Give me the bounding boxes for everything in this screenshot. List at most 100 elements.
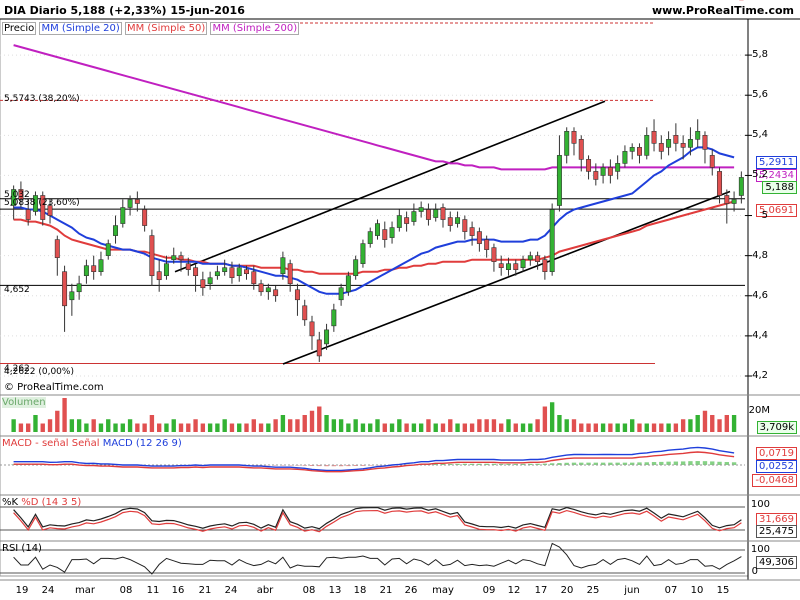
x-tick-label: 20 — [560, 585, 574, 596]
candle-body — [214, 271, 220, 277]
candle-body — [724, 195, 730, 204]
legend-mm50[interactable]: MM (Simple 50) — [124, 22, 208, 35]
tag-mm20: 5,2911 — [756, 156, 797, 169]
volume-bar — [659, 423, 664, 432]
volume-bar — [251, 419, 256, 432]
macd-label: MACD - señal Señal MACD (12 26 9) — [2, 438, 182, 449]
chart-frame — [0, 18, 749, 577]
x-tick-label: 08 — [119, 585, 133, 596]
volume-bar — [724, 415, 729, 432]
candle-body — [491, 247, 497, 262]
legend-price[interactable]: Precio — [2, 22, 37, 35]
rsi-line — [13, 542, 742, 575]
site-link[interactable]: www.ProRealTime.com — [652, 4, 794, 17]
x-tick-label: 26 — [404, 585, 418, 596]
candle-body — [484, 239, 490, 250]
volume-bar — [302, 415, 307, 432]
macd-hist-bar — [666, 461, 671, 465]
macd-hist-bar — [710, 461, 715, 465]
candle-body — [658, 143, 664, 152]
stoch-d-line — [13, 509, 742, 533]
volume-bar — [237, 423, 242, 432]
x-tick-label: 15 — [716, 585, 730, 596]
copyright: © ProRealTime.com — [4, 382, 104, 393]
volume-bar — [630, 419, 635, 432]
volume-bar — [113, 423, 118, 432]
candle-body — [353, 259, 359, 277]
volume-bar — [142, 423, 147, 432]
x-tick-label: 08 — [302, 585, 316, 596]
macd-signal-label[interactable]: Señal — [72, 438, 100, 449]
mm200-line — [13, 44, 735, 171]
volume-bar — [695, 415, 700, 432]
volume-bar — [55, 410, 60, 432]
volume-bar — [484, 419, 489, 432]
volume-bar — [331, 419, 337, 432]
candle-body — [607, 167, 613, 176]
candle-body — [251, 271, 257, 285]
candle-body — [324, 329, 330, 345]
volume-bar — [353, 419, 358, 432]
legend-mm20[interactable]: MM (Simple 20) — [39, 22, 122, 35]
candle-body — [382, 229, 388, 240]
volume-bar — [157, 423, 162, 432]
x-tick-label: abr — [256, 585, 274, 596]
volume-bar — [229, 423, 235, 432]
y-tick-label: 4,8 — [752, 249, 768, 261]
candle-body — [171, 255, 177, 260]
volume-bar — [47, 419, 53, 432]
stoch-k-label[interactable]: %K — [2, 497, 18, 508]
candle-body — [469, 227, 475, 236]
volume-bar — [149, 415, 155, 432]
candle-body — [578, 139, 584, 160]
volume-bar — [448, 419, 453, 432]
x-tick-label: 21 — [198, 585, 212, 596]
x-tick-label: mar — [75, 585, 95, 596]
candle-body — [25, 209, 31, 220]
volume-bar — [62, 398, 67, 432]
candle-body — [331, 309, 337, 327]
x-tick-label: 13 — [328, 585, 342, 596]
candle-body — [229, 267, 235, 279]
candle-body — [593, 171, 599, 180]
candle-body — [418, 207, 424, 212]
rsi-label[interactable]: RSI (14) — [2, 543, 42, 554]
legend-mm200[interactable]: MM (Simple 200) — [210, 22, 300, 35]
candle-body — [134, 199, 140, 204]
stoch-v2: 25,475 — [756, 525, 797, 538]
volume-bar — [120, 423, 125, 432]
macd-v3: -0,0468 — [752, 474, 797, 487]
fib-0-label: 4,2622 (0,00%) — [4, 367, 74, 377]
candle-body — [62, 271, 68, 307]
volume-bar — [593, 423, 598, 432]
x-tick-label: 12 — [507, 585, 521, 596]
volume-bar — [469, 423, 475, 432]
x-tick-label: 21 — [379, 585, 393, 596]
price-legend: Precio MM (Simple 20) MM (Simple 50) MM … — [2, 22, 300, 35]
macd-hist-label[interactable]: MACD - señal — [2, 438, 69, 449]
volume-bar — [433, 423, 438, 432]
candle-body — [476, 231, 482, 244]
candle-body — [411, 211, 417, 222]
volume-bar — [717, 419, 722, 432]
candle-body — [375, 223, 380, 236]
candle-body — [455, 217, 461, 224]
channel-upper — [174, 100, 606, 273]
volume-label[interactable]: Volumen — [2, 397, 46, 408]
candle-body — [513, 263, 519, 270]
macd-main-label[interactable]: MACD (12 26 9) — [103, 438, 182, 449]
volume-bar — [455, 423, 460, 432]
volume-bar — [622, 423, 628, 432]
volume-bar — [418, 423, 424, 432]
candle-body — [287, 263, 293, 285]
volume-bar — [688, 419, 693, 432]
volume-bar — [411, 423, 417, 432]
candle-body — [498, 263, 504, 268]
volume-bar — [637, 423, 642, 432]
volume-bar — [164, 423, 169, 432]
candle-body — [600, 167, 606, 176]
candle-body — [556, 155, 562, 206]
stoch-d-label[interactable]: %D (14 3 5) — [21, 497, 81, 508]
volume-bar — [673, 423, 679, 432]
volume-bar — [360, 423, 366, 432]
